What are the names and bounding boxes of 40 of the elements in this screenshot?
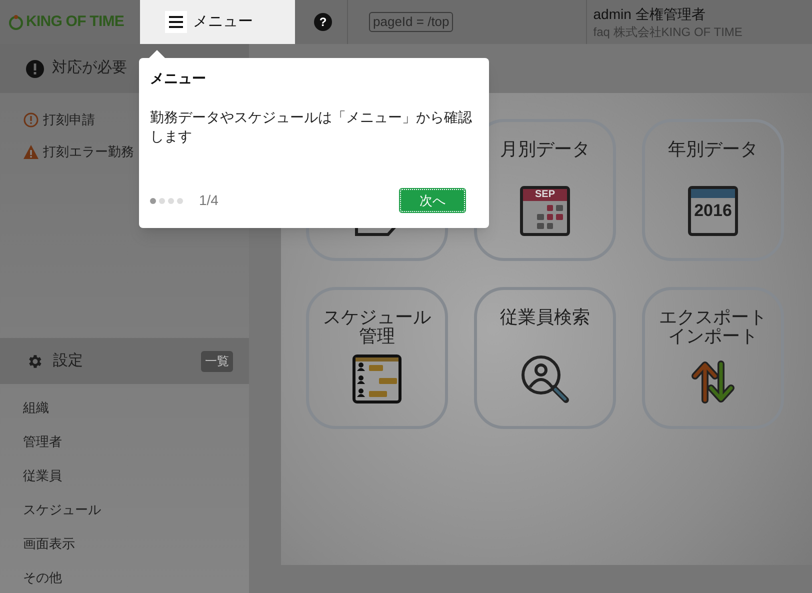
menu-tile[interactable]: エクスポート インポート (642, 287, 784, 429)
menu-tile[interactable]: 年別データ 2016 (642, 119, 784, 261)
settings-link[interactable]: 組織 (23, 398, 49, 418)
menu-button[interactable]: メニュー (140, 0, 295, 44)
settings-link[interactable]: 管理者 (23, 432, 62, 452)
tile-label: 管理 (359, 327, 395, 346)
settings-link[interactable]: 画面表示 (23, 534, 75, 554)
calendar-icon: SEP (520, 186, 570, 236)
logo-face-icon (8, 14, 24, 30)
tile-label: スケジュール (323, 308, 431, 327)
tile-label: エクスポート (659, 308, 767, 327)
menu-icon (165, 11, 187, 33)
tour-message: 勤務データやスケジュールは「メニュー」から確認します (150, 108, 473, 146)
gear-icon (26, 352, 43, 370)
help-button[interactable]: ? (314, 13, 332, 31)
exclamation-circle-icon (23, 112, 39, 128)
tile-label: 月別データ (500, 140, 590, 159)
exclamation-icon (26, 60, 44, 78)
schedule-icon (352, 354, 402, 404)
next-button[interactable]: 次へ (400, 189, 465, 212)
user-name: admin 全権管理者 (593, 5, 706, 24)
settings-link[interactable]: 従業員 (23, 466, 62, 486)
page-id-badge: pageId = /top (369, 12, 454, 32)
tile-label: 年別データ (668, 140, 758, 159)
step-counter: 1/4 (199, 191, 218, 210)
calendar-icon: 2016 (688, 186, 738, 236)
menu-tile[interactable]: 従業員検索 (474, 287, 616, 429)
settings-title: 設定 (53, 350, 83, 371)
tour-title: メニュー (150, 70, 207, 86)
user-search-icon (520, 354, 570, 404)
list-badge[interactable]: 一覧 (201, 350, 233, 372)
alert-text: 対応が必要 (52, 58, 127, 78)
menu-tile[interactable]: スケジュール 管理 (306, 287, 448, 429)
settings-link[interactable]: スケジュール (23, 500, 101, 520)
tile-label: インポート (668, 327, 758, 346)
settings-link[interactable]: その他 (23, 568, 62, 588)
tile-label: 従業員検索 (500, 308, 590, 327)
warning-icon (23, 144, 39, 160)
up-down-arrows-icon (691, 360, 735, 404)
logo-text: KING OF TIME (26, 12, 124, 32)
